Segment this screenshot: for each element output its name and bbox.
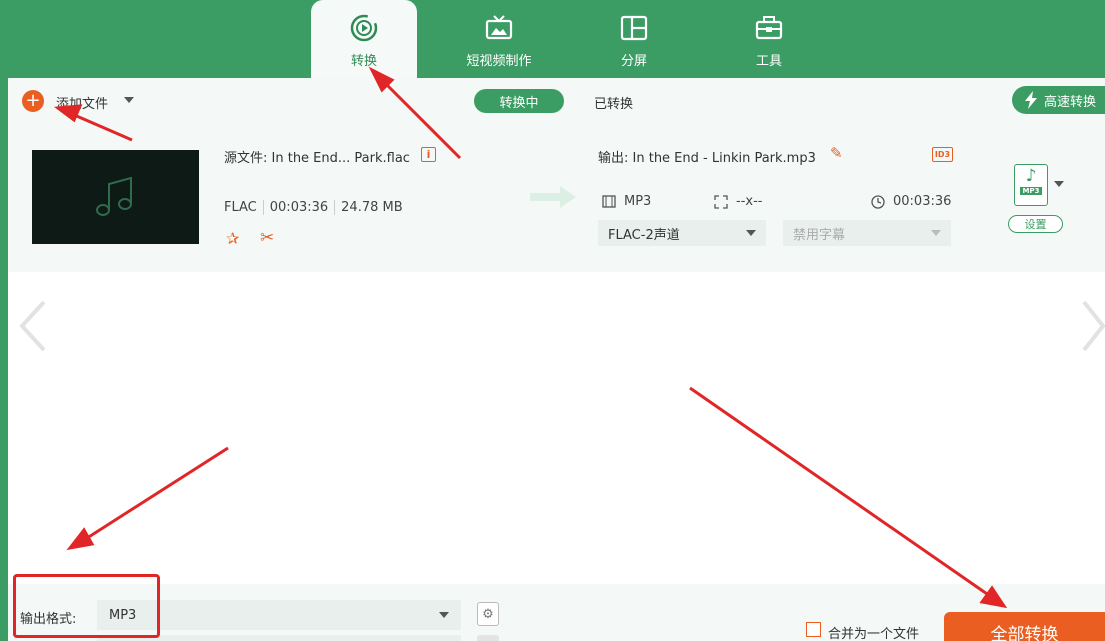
add-file-label[interactable]: 添加文件 <box>56 93 108 112</box>
tab-convert[interactable]: 转换 <box>311 0 417 78</box>
format-tag: MP3 <box>1019 187 1043 195</box>
chevron-down-icon <box>931 230 941 236</box>
convert-arrow-icon <box>530 186 576 208</box>
resize-icon <box>714 194 728 209</box>
merge-checkbox[interactable] <box>806 622 821 637</box>
annotation-highlight-box <box>13 574 160 638</box>
tab-split-screen-label: 分屏 <box>620 54 647 69</box>
tab-convert-label: 转换 <box>350 54 377 69</box>
subtitle-select[interactable]: 禁用字幕 <box>783 220 951 246</box>
output-duration-info: 00:03:36 <box>871 194 951 209</box>
chevron-right-icon[interactable] <box>1082 300 1105 352</box>
tab-converting[interactable]: 转换中 <box>474 89 564 113</box>
tab-split-screen[interactable]: 分屏 <box>585 0 683 78</box>
tab-short-video[interactable]: 短视频制作 <box>447 0 551 78</box>
audio-track-select[interactable]: FLAC-2声道 <box>598 220 766 246</box>
music-note-icon: ♪ <box>1025 166 1037 186</box>
chevron-down-icon <box>439 612 449 618</box>
plus-icon: + <box>25 90 41 111</box>
chevron-left-icon[interactable] <box>18 300 48 352</box>
source-file-name: 源文件: In the End... Park.flac <box>224 151 410 166</box>
id3-tag-icon[interactable]: ID3 <box>932 147 953 162</box>
tab-tools-label: 工具 <box>755 54 782 69</box>
toolbar: + 添加文件 转换中 已转换 高速转换 <box>8 78 1105 124</box>
convert-icon <box>349 13 379 43</box>
audio-track-value: FLAC-2声道 <box>608 227 680 243</box>
output-duration: 00:03:36 <box>893 194 952 209</box>
file-thumbnail[interactable] <box>32 150 199 244</box>
format-settings-icon[interactable]: ⚙ <box>477 602 499 626</box>
settings-button[interactable]: 设置 <box>1008 215 1063 233</box>
output-format-button[interactable]: ♪ MP3 <box>1014 164 1048 206</box>
file-row: 源文件: In the End... Park.flac i FLAC 00:0… <box>8 124 1105 272</box>
merge-label: 合并为一个文件 <box>828 627 920 641</box>
tab-converted[interactable]: 已转换 <box>594 93 633 112</box>
edit-icon[interactable]: ✎ <box>830 144 843 162</box>
top-nav-bar: 转换 短视频制作 分屏 工具 <box>0 0 1105 78</box>
info-icon[interactable]: i <box>421 147 436 162</box>
output-file-name: 输出: In the End - Linkin Park.mp3 <box>598 151 816 166</box>
output-format-info: MP3 <box>602 194 651 209</box>
film-icon <box>602 195 616 208</box>
source-duration: 00:03:36 <box>264 200 336 215</box>
chevron-down-icon <box>746 230 756 236</box>
clock-icon <box>871 194 885 209</box>
output-resolution: --x-- <box>736 194 763 209</box>
tv-icon <box>484 13 514 43</box>
source-meta: FLAC 00:03:36 24.78 MB <box>224 200 409 215</box>
enhance-icon[interactable]: ✰ <box>226 229 239 248</box>
output-resolution-info: --x-- <box>714 194 762 209</box>
subtitle-value: 禁用字幕 <box>793 227 846 243</box>
tab-tools[interactable]: 工具 <box>720 0 818 78</box>
add-file-dropdown-icon[interactable] <box>124 97 134 103</box>
source-size: 24.78 MB <box>341 200 403 215</box>
format-dropdown-icon[interactable] <box>1054 181 1064 187</box>
scissors-icon[interactable]: ✂ <box>260 228 274 248</box>
lightning-icon <box>1025 91 1037 109</box>
split-screen-icon <box>619 13 649 43</box>
bottom-bar: 输出格式: MP3 ⚙ 合并为一个文件 全部转换 <box>8 584 1105 641</box>
add-file-button[interactable]: + <box>22 90 44 112</box>
convert-all-button[interactable]: 全部转换 <box>944 612 1105 641</box>
fast-convert-label: 高速转换 <box>1044 94 1097 110</box>
music-note-icon <box>95 176 132 216</box>
fast-convert-button[interactable]: 高速转换 <box>1012 86 1105 114</box>
tab-short-video-label: 短视频制作 <box>466 54 532 69</box>
source-format: FLAC <box>224 200 264 215</box>
left-border <box>0 78 8 641</box>
output-format: MP3 <box>624 194 652 209</box>
toolbox-icon <box>754 13 784 43</box>
folder-button[interactable] <box>477 635 499 641</box>
